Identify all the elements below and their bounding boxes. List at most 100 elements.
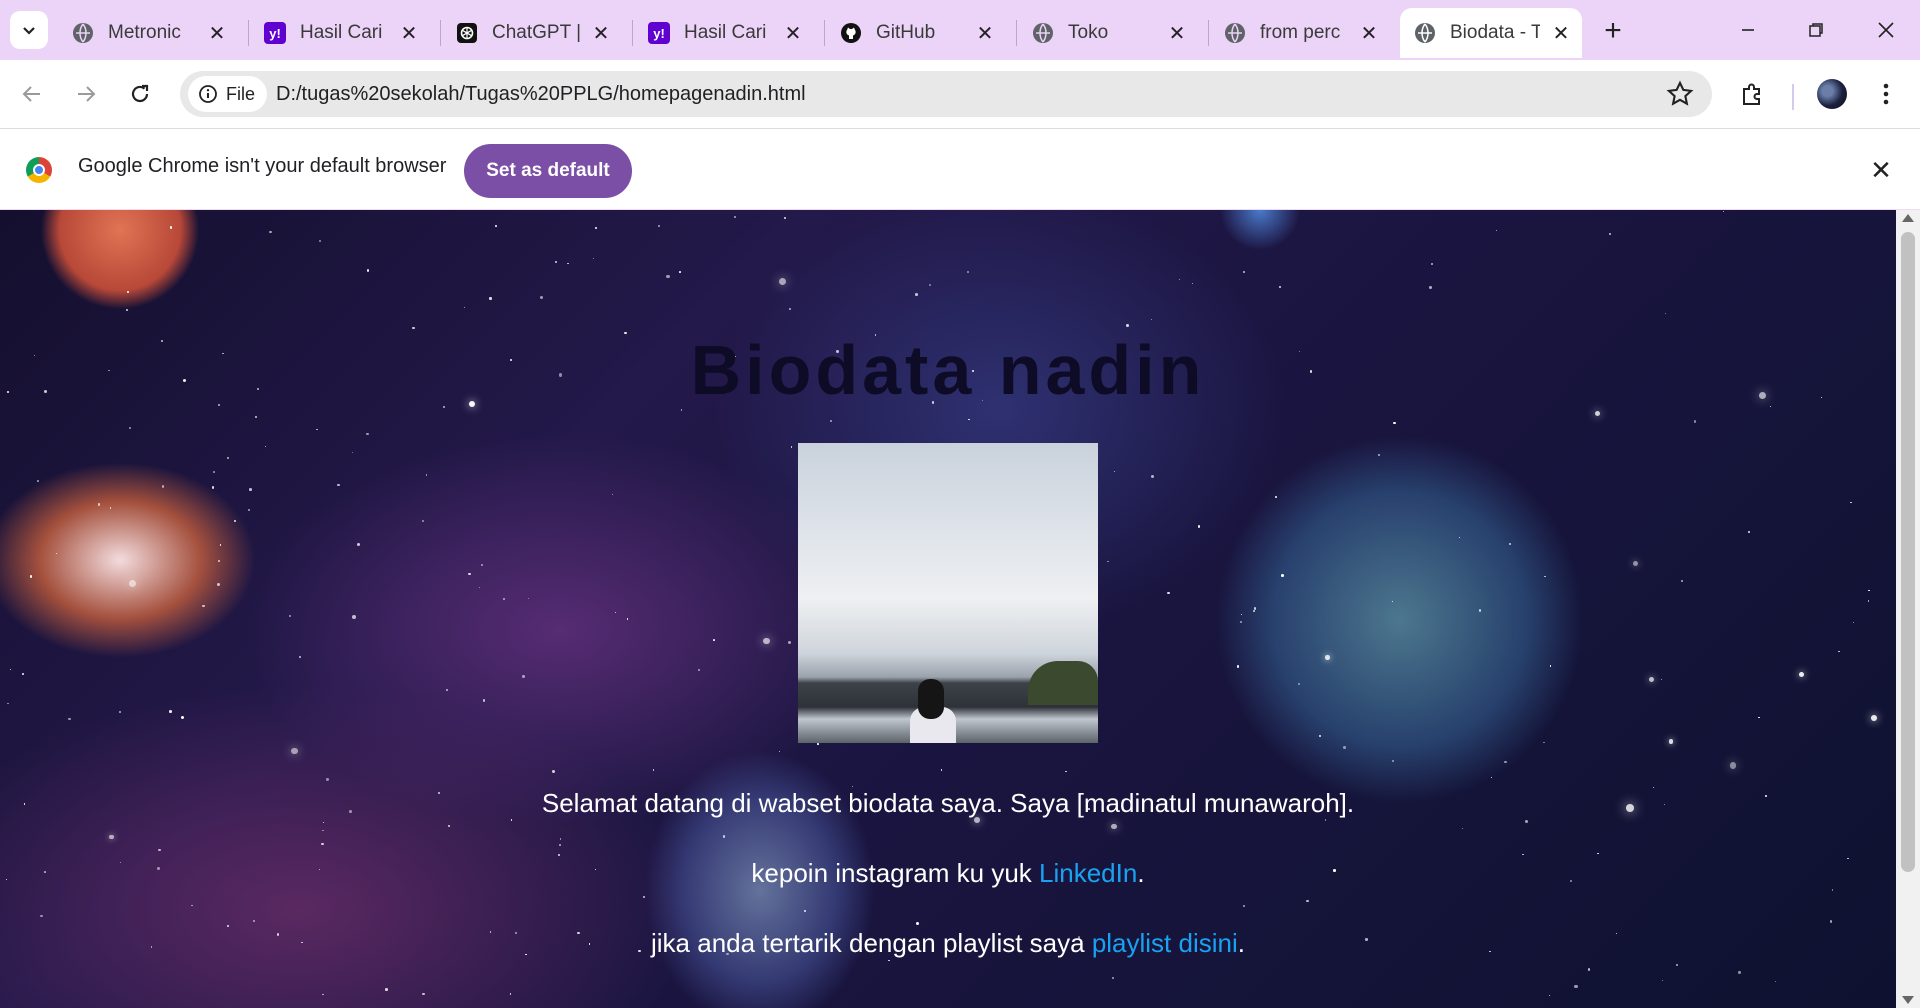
globe-icon	[1414, 22, 1436, 44]
playlist-text: jika anda tertarik dengan playlist saya	[651, 928, 1092, 958]
scroll-down-arrow-icon[interactable]	[1902, 996, 1914, 1004]
close-icon[interactable]: ✕	[782, 22, 804, 45]
star-dot	[212, 470, 215, 473]
star-dot	[787, 640, 791, 644]
close-icon[interactable]: ✕	[206, 22, 228, 45]
star-dot	[56, 552, 58, 554]
star-dot	[489, 297, 492, 300]
star-dot	[351, 615, 356, 620]
star-dot	[249, 488, 252, 491]
menu-button[interactable]	[1868, 76, 1904, 112]
close-window-button[interactable]	[1866, 12, 1906, 48]
tab-2[interactable]: y! Hasil Cari ✕	[250, 8, 430, 58]
close-icon[interactable]: ✕	[1358, 22, 1380, 45]
tab-1[interactable]: Metronic ✕	[58, 8, 238, 58]
tab-strip: Metronic ✕ y! Hasil Cari ✕ ChatGPT | ✕ y…	[0, 0, 1920, 60]
globe-icon	[72, 22, 94, 44]
address-bar[interactable]: File D:/tugas%20sekolah/Tugas%20PPLG/hom…	[180, 71, 1712, 117]
url-text[interactable]: D:/tugas%20sekolah/Tugas%20PPLG/homepage…	[276, 71, 806, 117]
tab-title: ChatGPT |	[492, 22, 582, 43]
star-dot	[789, 308, 791, 311]
star-dot	[1167, 591, 1171, 595]
close-icon[interactable]: ✕	[398, 22, 420, 45]
star-dot	[357, 543, 361, 547]
star-dot	[412, 326, 415, 330]
star-dot	[1236, 665, 1240, 668]
star-dot	[1107, 560, 1109, 563]
star-dot	[1594, 410, 1601, 417]
instagram-line: kepoin instagram ku yuk LinkedIn.	[0, 858, 1896, 889]
star-dot	[269, 231, 272, 234]
tab-title: Metronic	[108, 22, 181, 43]
profile-button[interactable]	[1814, 76, 1850, 112]
star-dot	[614, 611, 617, 613]
star-dot	[1297, 683, 1301, 686]
star-dot	[1853, 621, 1855, 623]
playlist-link[interactable]: playlist disini	[1092, 928, 1238, 958]
star-dot	[337, 483, 340, 487]
tab-search-button[interactable]	[10, 11, 48, 49]
star-dot	[817, 743, 819, 745]
back-button[interactable]	[14, 76, 50, 112]
minimize-button[interactable]	[1728, 12, 1768, 48]
tab-5[interactable]: GitHub ✕	[826, 8, 1006, 58]
scroll-up-arrow-icon[interactable]	[1902, 214, 1914, 222]
reload-button[interactable]	[122, 76, 158, 112]
star-dot	[722, 835, 726, 838]
star-dot	[552, 770, 556, 773]
star-dot	[68, 717, 71, 721]
close-icon[interactable]: ✕	[974, 22, 996, 45]
star-dot	[289, 615, 291, 617]
star-dot	[928, 284, 931, 287]
star-dot	[887, 959, 890, 962]
star-dot	[1378, 453, 1381, 456]
star-dot	[503, 597, 506, 600]
tab-4[interactable]: y! Hasil Cari ✕	[634, 8, 814, 58]
tab-7[interactable]: from perc ✕	[1210, 8, 1390, 58]
instagram-link[interactable]: LinkedIn	[1039, 858, 1137, 888]
star-dot	[158, 848, 162, 852]
new-tab-button[interactable]: +	[1596, 14, 1630, 48]
star-dot	[1574, 984, 1578, 988]
star-dot	[1111, 823, 1117, 830]
star-dot	[421, 520, 424, 522]
close-icon[interactable]: ✕	[1166, 22, 1188, 45]
star-dot	[1125, 323, 1129, 327]
star-dot	[1838, 651, 1840, 653]
star-dot	[366, 432, 370, 436]
star-dot	[1179, 278, 1181, 280]
star-dot	[940, 768, 943, 771]
star-dot	[1151, 475, 1155, 479]
star-dot	[1664, 312, 1666, 314]
yahoo-icon: y!	[264, 22, 286, 44]
bookmark-star-icon[interactable]	[1666, 80, 1694, 108]
avatar	[1817, 79, 1847, 109]
intro-text: Selamat datang di wabset biodata saya. S…	[541, 788, 1355, 818]
tab-active[interactable]: Biodata - T ✕	[1400, 8, 1582, 58]
site-info-chip[interactable]: File	[188, 76, 268, 112]
close-icon[interactable]: ✕	[590, 22, 612, 45]
star-dot	[1747, 530, 1751, 534]
vertical-scrollbar[interactable]	[1896, 210, 1920, 1008]
set-as-default-button[interactable]: Set as default	[464, 144, 632, 198]
extensions-button[interactable]	[1734, 76, 1770, 112]
star-dot	[626, 618, 629, 620]
star-dot	[554, 261, 557, 264]
close-icon[interactable]: ✕	[1550, 22, 1572, 45]
star-dot	[211, 486, 215, 489]
infobar-close-icon[interactable]: ✕	[1866, 155, 1896, 185]
star-dot	[316, 429, 318, 431]
star-dot	[128, 426, 132, 429]
restore-button[interactable]	[1796, 12, 1836, 48]
star-dot	[1342, 745, 1347, 750]
tab-3[interactable]: ChatGPT | ✕	[442, 8, 622, 58]
star-dot	[1543, 575, 1546, 578]
scroll-thumb[interactable]	[1901, 232, 1915, 872]
star-dot	[322, 993, 324, 996]
star-dot	[323, 822, 325, 824]
star-dot	[1281, 574, 1285, 578]
forward-button[interactable]	[68, 76, 104, 112]
page-viewport: Biodata nadin Selamat datang di wabset b…	[0, 210, 1896, 1008]
tab-6[interactable]: Toko ✕	[1018, 8, 1198, 58]
star-dot	[1324, 818, 1327, 821]
